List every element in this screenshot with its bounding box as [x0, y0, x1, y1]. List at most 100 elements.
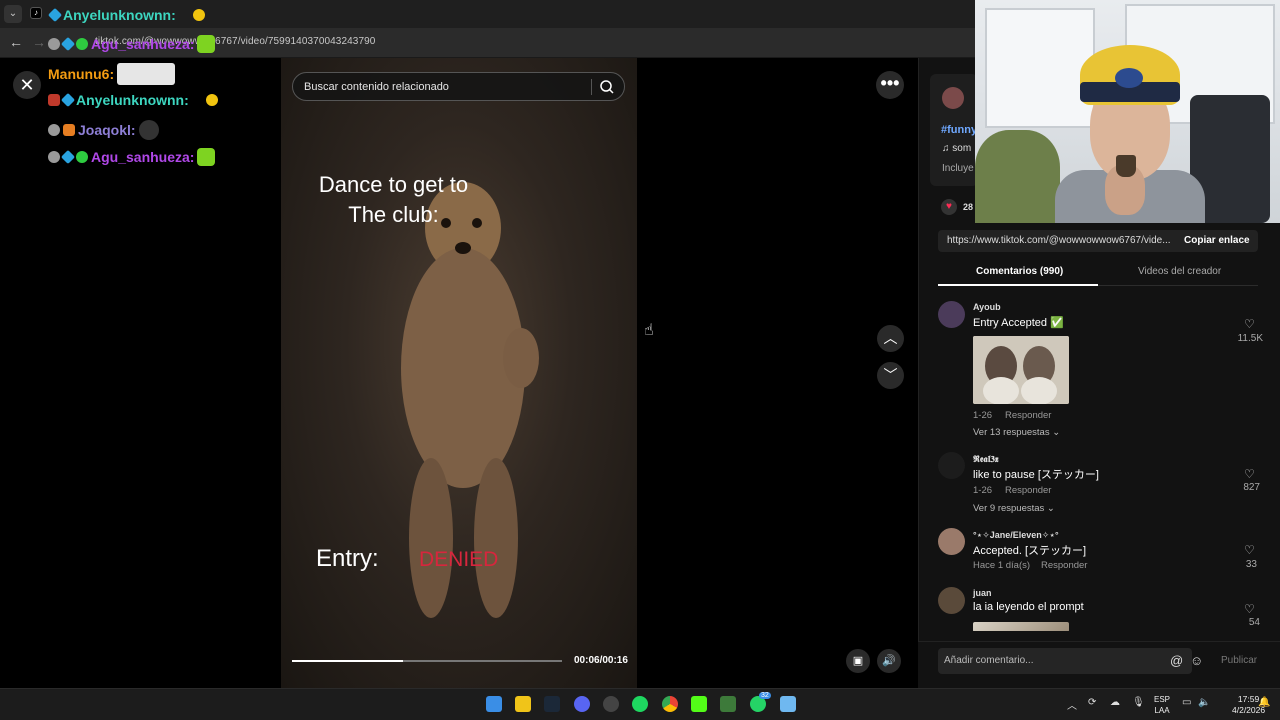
discord-icon[interactable]	[574, 696, 590, 712]
comment-sticker-image[interactable]	[973, 336, 1069, 404]
emote-icon	[138, 120, 159, 140]
emote-icon	[197, 35, 216, 53]
comment-text: la ia leyendo el prompt	[973, 601, 1084, 613]
video-time: 00:06/00:16	[574, 655, 628, 666]
cloud-icon[interactable]: ☁	[1110, 697, 1120, 708]
sub-badge-icon	[47, 7, 63, 23]
search-icon[interactable]	[599, 79, 615, 95]
chat-message: Agu_sanhueza:	[48, 35, 216, 53]
grey-badge-icon	[48, 124, 60, 136]
comment-username[interactable]: 𝕽𝖊𝖆𝖑𝟑𝖝	[973, 454, 999, 465]
chat-username: Agu_sanhueza:	[91, 149, 195, 165]
creator-avatar[interactable]	[942, 87, 964, 109]
volume-button[interactable]: 🔊	[877, 649, 901, 673]
obs-icon[interactable]	[603, 696, 619, 712]
speaker-icon: 🔊	[882, 655, 896, 667]
progress-bar[interactable]	[292, 660, 562, 662]
like-button[interactable]: ♥	[941, 199, 957, 215]
comment-like-count: 33	[1245, 559, 1257, 570]
comment-like-count: 11.5K	[1237, 333, 1263, 344]
steam-icon[interactable]	[544, 696, 560, 712]
language-indicator[interactable]: ESP LAA	[1154, 694, 1170, 716]
verified-badge-icon	[76, 151, 88, 163]
language-code: ESP	[1154, 695, 1171, 704]
chat-message: Manunu6:	[48, 63, 176, 85]
comment-like-icon[interactable]: ♡	[1244, 467, 1255, 481]
emote-icon	[197, 148, 216, 166]
tab-comments[interactable]: Comentarios (990)	[976, 266, 1063, 277]
chat-message: Agu_sanhueza:	[48, 148, 216, 166]
notepad-icon[interactable]	[780, 696, 796, 712]
avatar[interactable]	[938, 452, 965, 479]
share-link-text[interactable]: https://www.tiktok.com/@wowwowwow6767/vi…	[947, 235, 1171, 246]
avatar[interactable]	[938, 301, 965, 328]
search-input[interactable]: Buscar contenido relacionado	[304, 81, 449, 93]
comment-input-placeholder: Añadir comentario...	[944, 655, 1034, 666]
floating-player-button[interactable]: ▣	[846, 649, 870, 673]
reply-button[interactable]: Responder	[1005, 485, 1051, 496]
entry-status: DENIED	[419, 548, 499, 571]
comment-date: 1-26	[973, 410, 993, 421]
chat-username: Anyelunknownn:	[76, 92, 189, 108]
close-icon: ✕	[19, 75, 35, 95]
spotify-icon[interactable]	[632, 696, 648, 712]
file-explorer-icon[interactable]	[515, 696, 531, 712]
forward-icon[interactable]: →	[32, 34, 46, 50]
minecraft-icon[interactable]	[720, 696, 736, 712]
hashtag-link[interactable]: #funny	[941, 124, 977, 136]
search-bar[interactable]: Buscar contenido relacionado	[292, 72, 625, 101]
avatar[interactable]	[938, 587, 965, 614]
back-icon[interactable]: ←	[9, 34, 23, 50]
next-video-button[interactable]: ﹀	[877, 362, 904, 389]
reply-button[interactable]: Responder	[1005, 410, 1051, 421]
comment-date: 1-26	[973, 485, 993, 496]
comment-like-icon[interactable]: ♡	[1244, 317, 1255, 331]
tab-dropdown-button[interactable]: ⌄	[4, 5, 22, 23]
comment-item: °⋆✧Jane/Eleven✧⋆° Accepted. [ステッカー] Hace…	[938, 528, 1268, 573]
verified-badge-icon	[76, 38, 88, 50]
comment-sticker-image[interactable]	[973, 622, 1069, 631]
more-options-button[interactable]: •••	[876, 71, 904, 99]
emoji-icon[interactable]: ☺	[1190, 653, 1203, 668]
start-icon[interactable]	[486, 696, 502, 712]
volume-icon[interactable]: 🔈	[1198, 697, 1210, 708]
avatar[interactable]	[938, 528, 965, 555]
chevron-up-icon: ︿	[883, 330, 898, 346]
sync-icon[interactable]: ⟳	[1088, 697, 1096, 708]
comment-username[interactable]: Ayoub	[973, 302, 1001, 312]
entry-label: Entry:	[316, 545, 379, 572]
comment-like-icon[interactable]: ♡	[1244, 602, 1255, 616]
comment-username[interactable]: juan	[973, 588, 992, 598]
kick-icon[interactable]	[691, 696, 707, 712]
notification-icon[interactable]: 🔔	[1258, 697, 1270, 708]
publish-button[interactable]: Publicar	[1221, 655, 1257, 666]
tray-chevron-up-icon[interactable]: ︿	[1067, 697, 1077, 712]
sub-badge-icon	[60, 92, 76, 108]
close-button[interactable]: ✕	[13, 71, 41, 99]
previous-video-button[interactable]: ︿	[877, 325, 904, 352]
music-link[interactable]: ♫ som	[942, 143, 971, 154]
video-player[interactable]: Dance to get to The club: Entry: DENIED …	[281, 58, 637, 688]
chat-username: Anyelunknownn:	[63, 7, 176, 23]
comment-item: Ayoub Entry Accepted ✅ 1-26 Responder Ve…	[938, 301, 1268, 441]
chat-username: Agu_sanhueza:	[91, 36, 195, 52]
view-replies-button[interactable]: Ver 13 respuestas ⌄	[973, 427, 1060, 438]
tab-creator-videos[interactable]: Videos del creador	[1138, 266, 1221, 277]
comment-text: Entry Accepted ✅	[973, 317, 1064, 329]
comment-like-icon[interactable]: ♡	[1244, 543, 1255, 557]
network-icon[interactable]: ▭	[1182, 697, 1191, 708]
comment-like-count: 54	[1248, 617, 1260, 628]
webcam-overlay	[975, 0, 1280, 223]
copy-link-button[interactable]: Copiar enlace	[1184, 235, 1250, 246]
reply-button[interactable]: Responder	[1041, 560, 1087, 571]
webcam-plush-toy	[975, 130, 1060, 223]
chrome-icon[interactable]	[662, 696, 678, 712]
microphone-icon[interactable]: 🎙	[1132, 697, 1145, 708]
more-icon: •••	[880, 73, 900, 93]
mention-icon[interactable]: @	[1170, 653, 1183, 668]
comment-input[interactable]: Añadir comentario... @ ☺	[938, 648, 1203, 674]
comment-username[interactable]: °⋆✧Jane/Eleven✧⋆°	[973, 530, 1059, 541]
chat-username: Joaqokl:	[78, 122, 136, 138]
view-replies-button[interactable]: Ver 9 respuestas ⌄	[973, 503, 1055, 514]
tiktok-favicon-icon[interactable]: ♪	[30, 7, 42, 19]
